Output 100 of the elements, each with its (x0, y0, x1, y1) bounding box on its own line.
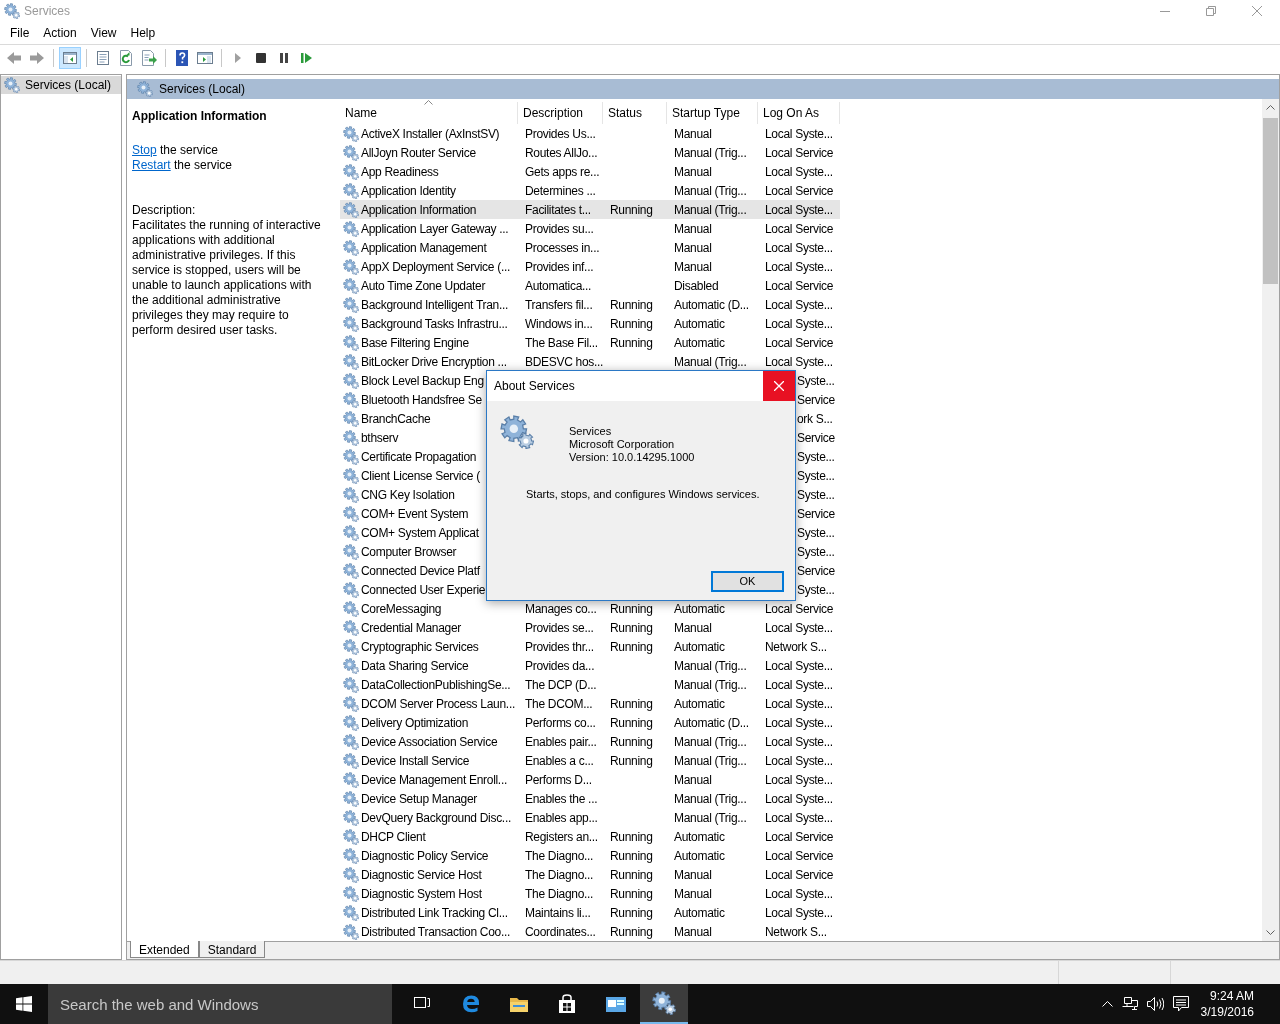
table-cell-text: Application Layer Gateway ... (361, 220, 509, 238)
table-cell: Enables a c... (525, 753, 594, 768)
table-cell: Manages co... (525, 601, 597, 616)
table-cell: Manual (Trig... (674, 810, 747, 825)
table-cell: Enables the ... (525, 791, 598, 806)
table-cell: Local Syste... (765, 316, 833, 331)
table-cell-text: Application Information (361, 201, 477, 219)
table-cell: Provides inf... (525, 259, 594, 274)
table-cell: Manual (Trig... (674, 145, 747, 160)
table-cell: Syste... (797, 525, 835, 540)
dialog-title: About Services (493, 378, 575, 395)
table-cell: Automatic (674, 639, 725, 654)
table-cell: Automatic (D... (674, 297, 749, 312)
table-cell: Running (610, 753, 653, 768)
table-cell: Manual (674, 221, 712, 236)
action-sentence: Restart the service (132, 158, 234, 174)
table-cell: Local Service (765, 145, 834, 160)
table-cell: Manual (674, 259, 712, 274)
table-cell: Enables pair... (525, 734, 597, 749)
table-cell: Manual (Trig... (674, 734, 747, 749)
table-cell: Local Service (765, 601, 834, 616)
table-cell: Running (610, 620, 653, 635)
table-cell: Manual (Trig... (674, 658, 747, 673)
table-cell: The Diagno... (525, 886, 594, 901)
table-cell: Manual (Trig... (674, 753, 747, 768)
table-cell: Local Service (765, 829, 834, 844)
table-cell: Service (797, 392, 835, 407)
dialog-text: Microsoft Corporation (569, 438, 676, 451)
table-cell: Syste... (797, 373, 835, 388)
table-cell: Network S... (765, 924, 827, 939)
table-cell-text: Diagnostic System Host (361, 885, 482, 903)
table-cell: Windows in... (525, 316, 593, 331)
table-cell: Automatic (674, 335, 725, 350)
table-cell: Manual (Trig... (674, 354, 747, 369)
table-cell-text: Cryptographic Services (361, 638, 479, 656)
table-cell: Local Syste... (765, 164, 833, 179)
table-cell-text: Diagnostic Policy Service (361, 847, 489, 865)
table-cell: Local Syste... (765, 791, 833, 806)
table-cell: Automatic (674, 601, 725, 616)
table-cell-text: AppX Deployment Service (... (361, 258, 510, 276)
table-cell: Local Service (765, 848, 834, 863)
table-cell-text: Distributed Transaction Coo... (361, 923, 511, 941)
table-cell: Syste... (797, 449, 835, 464)
table-cell: Running (610, 715, 653, 730)
table-cell-text: DevQuery Background Disc... (361, 809, 511, 827)
table-cell: Manual (674, 924, 712, 939)
table-cell-text: Connected Device Platf (361, 562, 480, 580)
table-cell: Provides da... (525, 658, 595, 673)
table-cell: The DCP (D... (525, 677, 597, 692)
table-cell: Manual (674, 886, 712, 901)
table-cell: Maintains li... (525, 905, 591, 920)
table-cell-text: Block Level Backup Eng (361, 372, 484, 390)
table-cell: Local Syste... (765, 734, 833, 749)
table-cell: Provides thr... (525, 639, 594, 654)
table-cell: Local Syste... (765, 772, 833, 787)
table-cell: Running (610, 601, 653, 616)
table-cell-text: DataCollectionPublishingSe... (361, 676, 511, 694)
table-cell: Running (610, 867, 653, 882)
table-cell: Disabled (674, 278, 719, 293)
table-cell: Running (610, 202, 653, 217)
table-cell: Manual (674, 867, 712, 882)
table-cell: Running (610, 924, 653, 939)
table-cell: Gets apps re... (525, 164, 600, 179)
table-cell-text: Certificate Propagation (361, 448, 477, 466)
table-cell: Facilitates t... (525, 202, 591, 217)
table-cell: Automatic (674, 905, 725, 920)
table-cell: Local Syste... (765, 620, 833, 635)
table-cell-text: Client License Service ( (361, 467, 480, 485)
table-cell-text: DHCP Client (361, 828, 426, 846)
table-cell: Local Syste... (765, 202, 833, 217)
table-cell: The DCOM... (525, 696, 593, 711)
table-cell: Local Syste... (765, 753, 833, 768)
table-cell: Local Service (765, 183, 834, 198)
table-cell: BDESVC hos... (525, 354, 604, 369)
table-cell: Running (610, 639, 653, 654)
table-cell-text: COM+ System Applicat (361, 524, 479, 542)
table-cell: Manual (674, 126, 712, 141)
table-cell-text: Computer Browser (361, 543, 457, 561)
table-cell: Running (610, 335, 653, 350)
table-cell: Manual (674, 164, 712, 179)
table-cell: Manual (Trig... (674, 202, 747, 217)
table-cell-text: BranchCache (361, 410, 431, 428)
table-cell: Manual (674, 240, 712, 255)
table-cell: The Base Fil... (525, 335, 598, 350)
table-cell-text: Bluetooth Handsfree Se (361, 391, 482, 409)
table-cell-text: Data Sharing Service (361, 657, 469, 675)
table-cell: Manual (Trig... (674, 791, 747, 806)
table-cell: Service (797, 430, 835, 445)
dialog-text: Version: 10.0.14295.1000 (569, 451, 695, 464)
table-cell: Automatic (674, 696, 725, 711)
pane-title: Services (Local) (159, 81, 246, 99)
table-cell: Running (610, 696, 653, 711)
table-cell: Network S... (765, 639, 827, 654)
table-cell: Service (797, 506, 835, 521)
dialog-description: Starts, stops, and configures Windows services. (526, 487, 761, 502)
table-cell: Local Syste... (765, 240, 833, 255)
table-cell-text: bthserv (361, 429, 399, 447)
table-cell: Manual (674, 620, 712, 635)
table-cell-text: Connected User Experie (361, 581, 486, 599)
table-cell: Automatica... (525, 278, 592, 293)
